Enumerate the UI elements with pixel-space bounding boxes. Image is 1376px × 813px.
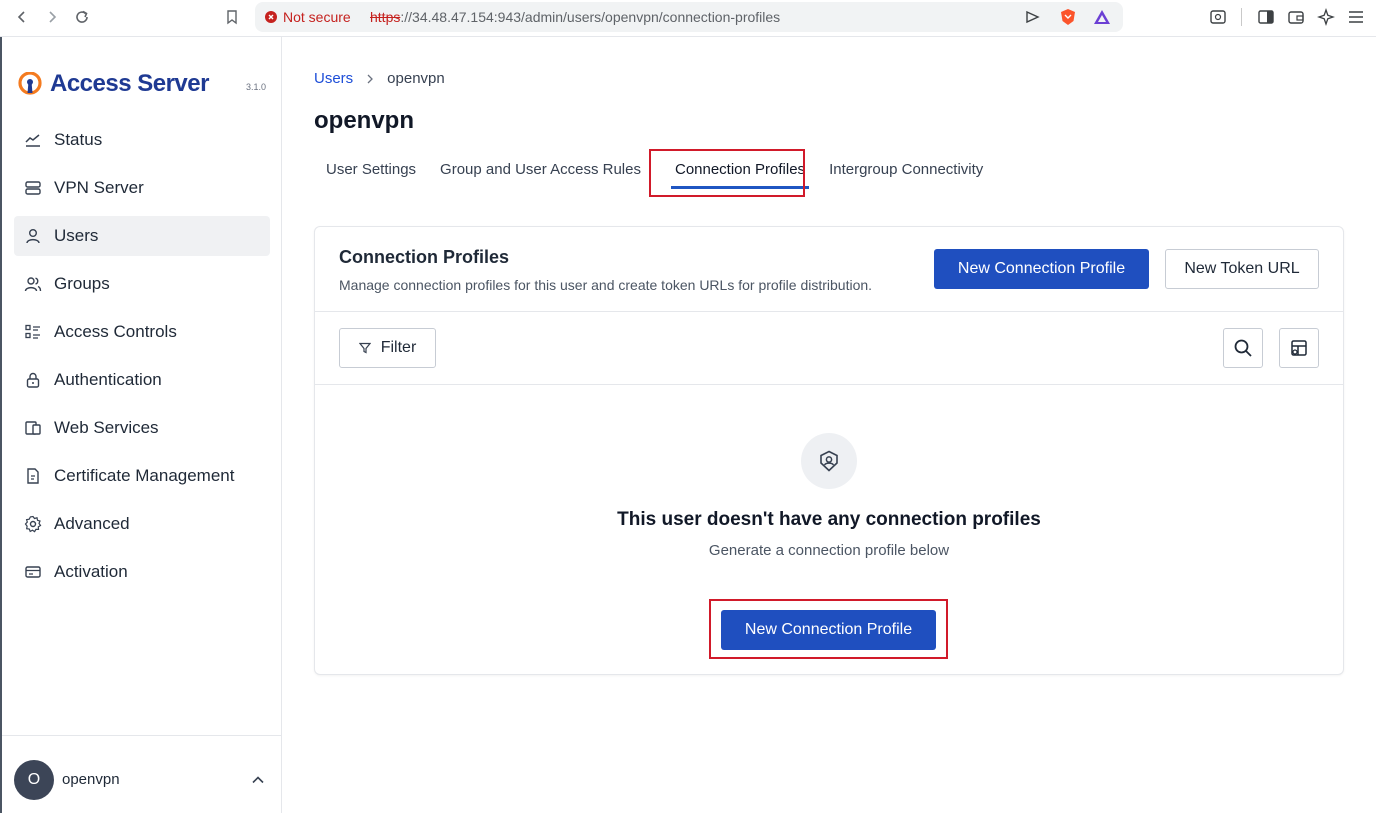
sidebar-item-access-controls[interactable]: Access Controls — [14, 312, 270, 352]
address-bar[interactable]: Not secure https://34.48.47.154:943/admi… — [255, 2, 1123, 32]
chevron-right-icon — [49, 11, 57, 23]
tab-connection-profiles[interactable]: Connection Profiles — [663, 149, 817, 191]
sidebar-item-status[interactable]: Status — [14, 120, 270, 160]
sidebar-item-label: Status — [54, 130, 103, 149]
card-divider — [315, 311, 1343, 312]
toolbar-separator — [1241, 8, 1242, 26]
sidebar-item-label: Activation — [54, 562, 128, 581]
sidebar-item-label: Groups — [54, 274, 110, 293]
forward-button[interactable] — [40, 6, 64, 28]
bookmark-button[interactable] — [220, 6, 244, 28]
sidebar-item-web-services[interactable]: Web Services — [14, 408, 270, 448]
reload-button[interactable] — [70, 6, 94, 28]
devices-icon — [25, 421, 41, 435]
tab-intergroup-connectivity[interactable]: Intergroup Connectivity — [817, 149, 995, 191]
sidebar-item-label: Users — [54, 226, 99, 245]
wallet-icon[interactable] — [1286, 7, 1306, 27]
sidebar-item-label: Certificate Management — [54, 466, 235, 485]
url-text[interactable]: https://34.48.47.154:943/admin/users/ope… — [370, 9, 780, 25]
empty-state-new-connection-profile-button[interactable]: New Connection Profile — [721, 610, 936, 650]
user-icon — [26, 229, 40, 244]
empty-state-subtitle: Generate a connection profile below — [708, 542, 950, 559]
table-settings-icon — [1291, 340, 1307, 356]
sidebar-item-users[interactable]: Users — [14, 216, 270, 256]
empty-state-icon — [801, 433, 857, 489]
tab-bar: User Settings Group and User Access Rule… — [314, 149, 995, 191]
user-shield-icon — [820, 450, 838, 472]
back-button[interactable] — [10, 6, 34, 28]
brave-rewards-icon[interactable] — [1093, 8, 1111, 26]
breadcrumb-current: openvpn — [387, 70, 445, 87]
column-settings-button[interactable] — [1279, 328, 1319, 368]
new-token-url-button[interactable]: New Token URL — [1165, 249, 1319, 289]
search-button[interactable] — [1223, 328, 1263, 368]
chevron-left-icon — [17, 11, 25, 23]
sidebar: Access Server 3.1.0 Status VPN Server Us… — [0, 37, 282, 813]
card-divider — [315, 384, 1343, 385]
empty-state-title: This user doesn't have any connection pr… — [617, 509, 1041, 530]
sidebar-item-label: VPN Server — [54, 178, 144, 197]
url-scheme: https — [370, 9, 401, 25]
brave-shield-icon[interactable] — [1059, 8, 1077, 26]
card-icon — [25, 566, 41, 578]
reload-icon — [76, 10, 88, 23]
lock-icon — [26, 372, 40, 388]
warning-icon — [265, 11, 277, 23]
connection-profiles-card: Connection Profiles Manage connection pr… — [314, 226, 1344, 675]
chevron-up-icon[interactable] — [250, 772, 266, 788]
send-icon[interactable] — [1023, 8, 1041, 26]
filter-label: Filter — [380, 339, 417, 356]
list-check-icon — [25, 324, 40, 339]
breadcrumb-users-link[interactable]: Users — [314, 70, 353, 87]
bookmark-icon — [227, 10, 237, 25]
sidebar-item-activation[interactable]: Activation — [14, 552, 270, 592]
search-icon — [1234, 339, 1252, 357]
brand-name: Access Server — [50, 70, 209, 97]
card-title: Connection Profiles — [339, 247, 510, 267]
reader-mode-icon[interactable] — [1208, 7, 1228, 27]
sidebar-item-certificate-management[interactable]: Certificate Management — [14, 456, 270, 496]
brand-version: 3.1.0 — [246, 82, 267, 92]
security-label[interactable]: Not secure — [283, 9, 351, 25]
sidebar-toggle-icon[interactable] — [1256, 7, 1276, 27]
access-server-logo-icon — [18, 72, 42, 95]
sidebar-item-label: Authentication — [54, 370, 162, 389]
new-connection-profile-button[interactable]: New Connection Profile — [934, 249, 1149, 289]
brand[interactable]: Access Server — [18, 69, 209, 99]
tab-group-and-user-access-rules[interactable]: Group and User Access Rules — [428, 149, 653, 191]
users-icon — [24, 277, 42, 292]
main-content: Users openvpn openvpn User Settings Grou… — [282, 37, 1376, 813]
avatar[interactable]: O — [14, 760, 54, 800]
page-title: openvpn — [314, 107, 414, 134]
menu-icon[interactable] — [1346, 7, 1366, 27]
sidebar-nav: Status VPN Server Users Groups Access Co… — [14, 120, 270, 600]
sidebar-item-groups[interactable]: Groups — [14, 264, 270, 304]
certificate-file-icon — [27, 468, 39, 484]
chevron-right-icon — [367, 74, 374, 83]
sidebar-item-authentication[interactable]: Authentication — [14, 360, 270, 400]
sidebar-item-label: Access Controls — [54, 322, 177, 341]
sidebar-item-vpn-server[interactable]: VPN Server — [14, 168, 270, 208]
url-rest: ://34.48.47.154:943/admin/users/openvpn/… — [400, 9, 781, 25]
card-description: Manage connection profiles for this user… — [339, 277, 873, 293]
server-icon — [25, 181, 41, 195]
sidebar-item-advanced[interactable]: Advanced — [14, 504, 270, 544]
chart-line-icon — [25, 134, 40, 147]
browser-toolbar: Not secure https://34.48.47.154:943/admi… — [0, 0, 1376, 37]
sidebar-item-label: Web Services — [54, 418, 159, 437]
filter-button[interactable]: Filter — [339, 328, 436, 368]
leo-ai-icon[interactable] — [1316, 7, 1336, 27]
footer-username[interactable]: openvpn — [62, 771, 120, 788]
tab-user-settings[interactable]: User Settings — [314, 149, 428, 191]
breadcrumb: Users openvpn — [314, 70, 445, 87]
sidebar-footer: O openvpn — [2, 735, 282, 813]
gear-icon — [24, 515, 42, 533]
sidebar-item-label: Advanced — [54, 514, 130, 533]
filter-icon — [358, 342, 371, 354]
